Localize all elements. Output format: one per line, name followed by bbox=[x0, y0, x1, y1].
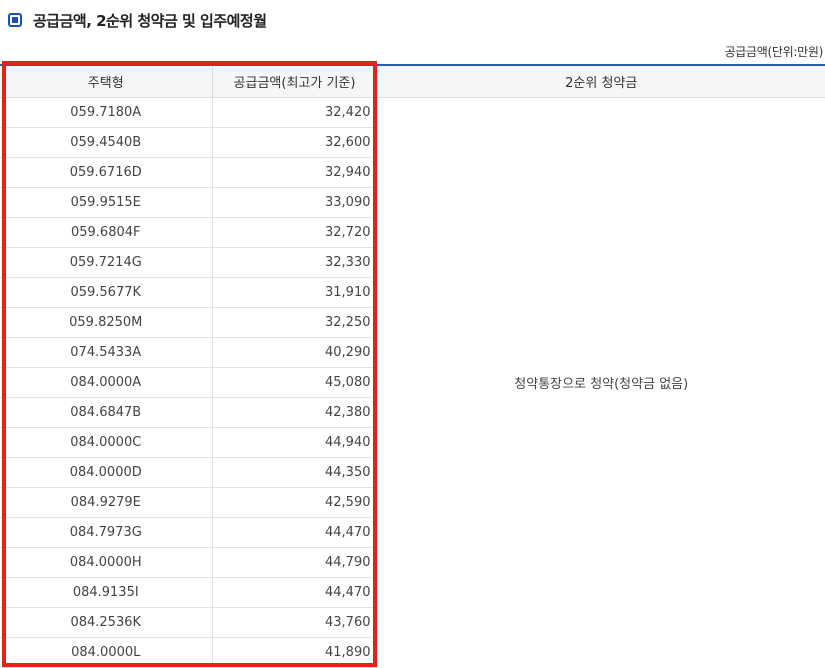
unit-type-cell: 084.2536K bbox=[0, 607, 213, 638]
supply-price-cell: 44,470 bbox=[212, 577, 378, 608]
supply-price-cell: 32,720 bbox=[212, 217, 378, 248]
unit-type-cell: 074.5433A bbox=[0, 337, 213, 368]
unit-type-cell: 084.0000A bbox=[0, 367, 213, 398]
unit-type-cell: 084.0000C bbox=[0, 427, 213, 458]
unit-type-cell: 084.0000L bbox=[0, 637, 213, 668]
unit-type-cell: 059.7180A bbox=[0, 97, 213, 128]
unit-type-cell: 084.7973G bbox=[0, 517, 213, 548]
supply-price-cell: 44,790 bbox=[212, 547, 378, 578]
column-header-type: 주택형 bbox=[0, 64, 213, 98]
table-header-row: 주택형 공급금액(최고가 기준) 2순위 청약금 bbox=[0, 64, 825, 98]
unit-note: 공급금액(단위:만원) bbox=[724, 45, 824, 59]
supply-price-cell: 33,090 bbox=[212, 187, 378, 218]
supply-price-cell: 32,250 bbox=[212, 307, 378, 338]
unit-type-cell: 059.4540B bbox=[0, 127, 213, 158]
supply-price-cell: 44,470 bbox=[212, 517, 378, 548]
unit-type-cell: 084.6847B bbox=[0, 397, 213, 428]
table-row: 059.7180A 32,420 청약통장으로 청약(청약금 없음) bbox=[0, 97, 825, 392]
unit-type-cell: 059.6716D bbox=[0, 157, 213, 188]
supply-price-cell: 31,910 bbox=[212, 277, 378, 308]
unit-type-cell: 059.6804F bbox=[0, 217, 213, 248]
supply-price-cell: 42,380 bbox=[212, 397, 378, 428]
unit-type-cell: 059.5677K bbox=[0, 277, 213, 308]
supply-price-cell: 42,590 bbox=[212, 487, 378, 518]
supply-price-cell: 45,080 bbox=[212, 367, 378, 398]
unit-type-cell: 084.9135I bbox=[0, 577, 213, 608]
unit-type-cell: 059.7214G bbox=[0, 247, 213, 278]
second-priority-note: 청약통장으로 청약(청약금 없음) bbox=[514, 377, 689, 393]
square-bullet-icon bbox=[8, 13, 22, 27]
section-title: 공급금액, 2순위 청약금 및 입주예정월 bbox=[33, 11, 267, 30]
supply-price-cell: 44,940 bbox=[212, 427, 378, 458]
supply-price-table: 주택형 공급금액(최고가 기준) 2순위 청약금 059.7180A 32,420… bbox=[0, 64, 825, 668]
supply-price-cell: 32,940 bbox=[212, 157, 378, 188]
supply-price-cell: 32,420 bbox=[212, 97, 378, 128]
column-header-second-priority: 2순위 청약금 bbox=[377, 64, 825, 98]
column-header-price: 공급금액(최고가 기준) bbox=[212, 64, 378, 98]
unit-type-cell: 084.9279E bbox=[0, 487, 213, 518]
unit-type-cell: 059.9515E bbox=[0, 187, 213, 218]
table-body: 059.7180A 32,420 청약통장으로 청약(청약금 없음) 059.4540… bbox=[0, 97, 825, 668]
supply-price-cell: 32,600 bbox=[212, 127, 378, 158]
unit-type-cell: 084.0000D bbox=[0, 457, 213, 488]
supply-price-cell: 40,290 bbox=[212, 337, 378, 368]
supply-price-cell: 41,890 bbox=[212, 637, 378, 668]
unit-type-cell: 084.0000H bbox=[0, 547, 213, 578]
supply-price-cell: 43,760 bbox=[212, 607, 378, 638]
supply-price-cell: 44,350 bbox=[212, 457, 378, 488]
unit-type-cell: 059.8250M bbox=[0, 307, 213, 338]
supply-price-cell: 32,330 bbox=[212, 247, 378, 278]
section-header: 공급금액, 2순위 청약금 및 입주예정월 bbox=[8, 8, 267, 32]
